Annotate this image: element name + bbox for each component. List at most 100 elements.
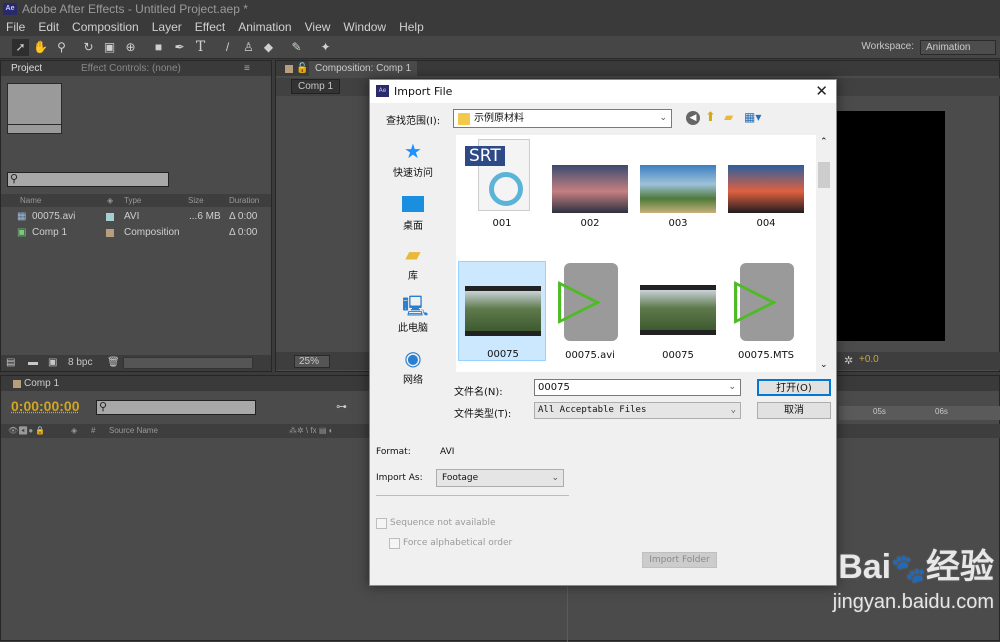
scrollbar-thumb[interactable]	[818, 162, 830, 188]
hand-tool-icon[interactable]: ✋	[32, 39, 49, 56]
place-network[interactable]: ◉ 网络	[373, 347, 453, 386]
rotate-tool-icon[interactable]: ↻	[80, 39, 97, 56]
project-column-header: Name ◈ Type Size Duration	[1, 194, 271, 207]
file-name-input[interactable]: 00075 ⌄	[534, 379, 741, 396]
place-this-pc[interactable]: 🖳 此电脑	[373, 295, 453, 334]
tab-composition[interactable]: Composition: Comp 1	[309, 61, 418, 76]
project-item[interactable]: ▣ Comp 1 Composition Δ 0:00	[1, 225, 261, 240]
roto-brush-tool-icon[interactable]: ✎	[288, 39, 305, 56]
force-alphabetical-checkbox[interactable]	[389, 538, 400, 549]
interpret-footage-icon[interactable]: ▤	[6, 355, 15, 371]
project-search-input[interactable]: ⚲	[7, 172, 169, 187]
menu-animation[interactable]: Animation	[238, 18, 291, 36]
column-type[interactable]: Type	[124, 194, 141, 207]
file-item[interactable]: 003	[634, 135, 722, 235]
import-file-dialog: Ae Import File ✕ 查找范围(I): 示例原材料 ⌄ ◀ ⬆ ▰ ▦▾…	[369, 79, 837, 586]
column-duration[interactable]: Duration	[229, 194, 259, 207]
trash-icon[interactable]: 🗑	[107, 355, 120, 371]
column-name[interactable]: Name	[20, 194, 41, 207]
comp-subtab[interactable]: Comp 1	[291, 79, 341, 94]
place-quick-access[interactable]: ★ 快速访问	[373, 140, 453, 179]
menu-effect[interactable]: Effect	[195, 18, 225, 36]
tab-effect-controls[interactable]: Effect Controls: (none)	[81, 61, 181, 76]
label-color-swatch[interactable]	[106, 229, 114, 237]
menu-file[interactable]: File	[6, 18, 25, 36]
label-tag-icon[interactable]: ◈	[107, 194, 113, 207]
file-item[interactable]: 00075	[634, 261, 722, 361]
search-icon: ⚲	[10, 173, 19, 185]
tab-timeline-comp[interactable]: Comp 1	[24, 376, 59, 391]
scroll-up-icon[interactable]: ⌃	[820, 137, 828, 147]
magnification-select[interactable]: 25%	[294, 355, 331, 368]
pan-behind-tool-icon[interactable]: ⊕	[122, 39, 139, 56]
label-color-swatch[interactable]	[106, 213, 114, 221]
comp-color-icon	[13, 380, 21, 388]
column-source-name[interactable]: Source Name	[109, 424, 158, 438]
brush-tool-icon[interactable]: /	[219, 39, 236, 56]
file-item[interactable]: ▷ 00075.avi	[546, 261, 634, 361]
exposure-value[interactable]: +0.0	[859, 354, 879, 365]
av-switches-icon[interactable]: 👁◀● 🔒	[8, 424, 45, 438]
pen-tool-icon[interactable]: ✒	[171, 39, 188, 56]
import-folder-button[interactable]: Import Folder	[642, 552, 717, 568]
view-menu-icon[interactable]: ▦▾	[744, 110, 761, 124]
label-tag-icon[interactable]: ◈	[71, 424, 77, 438]
scroll-down-icon[interactable]: ⌄	[820, 360, 828, 370]
tab-project[interactable]: Project	[11, 61, 42, 76]
menu-layer[interactable]: Layer	[152, 18, 182, 36]
bit-depth-button[interactable]: 8 bpc	[68, 355, 92, 371]
look-in-select[interactable]: 示例原材料 ⌄	[453, 109, 672, 128]
menu-composition[interactable]: Composition	[72, 18, 139, 36]
new-comp-icon[interactable]: ▣	[48, 355, 57, 371]
file-item[interactable]: 002	[546, 135, 634, 235]
sequence-checkbox[interactable]	[376, 518, 387, 529]
network-icon: ◉	[404, 346, 422, 370]
menu-window[interactable]: Window	[343, 18, 386, 36]
play-icon: ▷	[558, 266, 602, 331]
current-time-indicator[interactable]	[567, 586, 568, 642]
menu-edit[interactable]: Edit	[38, 18, 59, 36]
import-as-select[interactable]: Footage ⌄	[436, 469, 564, 487]
time-ruler[interactable]: 05s 06s	[839, 406, 1000, 420]
chevron-down-icon: ⌄	[551, 473, 559, 483]
composition-viewer[interactable]	[831, 111, 945, 341]
back-icon[interactable]: ◀	[686, 111, 700, 125]
place-library[interactable]: ▰ 库	[373, 243, 453, 282]
cancel-button[interactable]: 取消	[757, 402, 831, 419]
file-item[interactable]: 004	[722, 135, 810, 235]
chevron-down-icon[interactable]: ⌄	[728, 380, 736, 395]
open-button[interactable]: 打开(O)	[757, 379, 831, 396]
puppet-pin-tool-icon[interactable]: ✦	[317, 39, 334, 56]
eraser-tool-icon[interactable]: ◆	[260, 39, 277, 56]
close-button[interactable]: ✕	[815, 82, 828, 100]
file-item[interactable]: ▷ 00075.MTS	[722, 261, 810, 361]
type-tool-icon[interactable]: T	[192, 39, 209, 56]
menu-view[interactable]: View	[305, 18, 331, 36]
exposure-icon[interactable]: ✲	[844, 354, 853, 367]
timeline-search-input[interactable]: ⚲	[96, 400, 256, 415]
project-item[interactable]: ▦ 00075.avi AVI ...6 MB Δ 0:00	[1, 209, 261, 224]
place-desktop[interactable]: 桌面	[373, 193, 453, 232]
new-folder-icon[interactable]: ▰	[724, 110, 733, 124]
lock-icon[interactable]: 🔓	[296, 61, 308, 76]
file-type-select[interactable]: All Acceptable Files ⌄	[534, 402, 741, 419]
comp-mini-flowchart-icon[interactable]: ⊶	[336, 400, 347, 413]
camera-tool-icon[interactable]: ▣	[101, 39, 118, 56]
menu-help[interactable]: Help	[399, 18, 424, 36]
current-time-display[interactable]: 0:00:00:00	[11, 398, 80, 414]
srt-file-icon: SRT	[465, 139, 530, 211]
column-size[interactable]: Size	[188, 194, 204, 207]
zoom-tool-icon[interactable]: ⚲	[53, 39, 70, 56]
layer-switches-icon[interactable]: ⁂✲ \ fx ▤ ◐	[289, 424, 333, 438]
import-as-label: Import As:	[376, 473, 423, 483]
file-item-selected[interactable]: 00075	[458, 261, 546, 361]
workspace-select[interactable]: Animation	[920, 40, 996, 55]
panel-menu-icon[interactable]: ≡	[244, 61, 250, 76]
clone-stamp-tool-icon[interactable]: ♙	[240, 39, 257, 56]
up-folder-icon[interactable]: ⬆	[705, 110, 716, 125]
file-item[interactable]: SRT 001	[458, 135, 546, 235]
rectangle-tool-icon[interactable]: ■	[150, 39, 167, 56]
new-folder-icon[interactable]: ▬	[28, 355, 38, 371]
selection-tool-icon[interactable]: ➚	[12, 39, 29, 56]
horizontal-scrollbar[interactable]	[123, 357, 253, 369]
